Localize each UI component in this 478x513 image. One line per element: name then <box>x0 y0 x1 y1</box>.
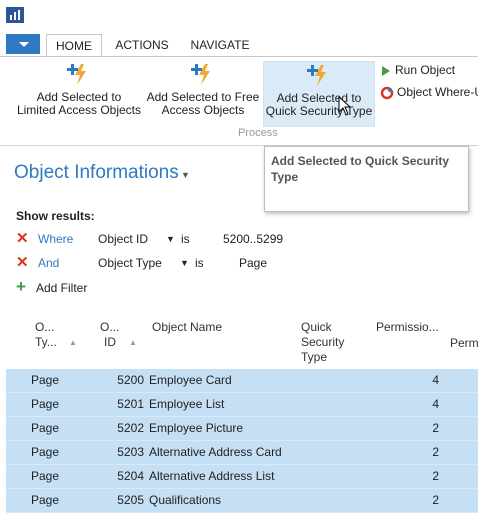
run-object-button[interactable]: Run Object <box>382 63 455 77</box>
header-line: O... <box>35 320 55 334</box>
cell-object-id: 5205 <box>117 493 144 507</box>
application-menu-button[interactable] <box>6 34 40 54</box>
cell-object-type: Page <box>31 373 60 387</box>
chevron-down-icon[interactable]: ▼ <box>166 230 175 248</box>
table-row[interactable]: Page 5200 Employee Card 4 <box>6 369 478 393</box>
remove-filter-icon[interactable]: ✕ <box>16 230 29 248</box>
remove-filter-icon[interactable]: ✕ <box>16 254 29 272</box>
app-logo-icon <box>6 7 24 23</box>
chevron-down-icon[interactable]: ▼ <box>180 254 189 272</box>
filter-operator: is <box>195 256 204 270</box>
run-icon <box>382 65 390 76</box>
cell-permissions: 4 <box>432 397 439 411</box>
column-header-object-type[interactable]: O... Ty... <box>35 320 57 350</box>
filter-row: ✕ Where Object ID ▼ is 5200..5299 <box>16 230 478 248</box>
cell-permissions: 2 <box>432 493 439 507</box>
header-line: O... <box>100 320 120 334</box>
filter-value[interactable]: 5200..5299 <box>223 230 283 248</box>
add-selected-icon <box>191 64 210 85</box>
header-line: Type <box>301 350 328 364</box>
column-header-permissions[interactable]: Permissio... <box>376 320 439 335</box>
cell-object-name: Alternative Address Card <box>149 445 282 459</box>
title-bar <box>0 0 478 30</box>
cell-object-name: Employee Card <box>149 373 232 387</box>
show-results-label: Show results: <box>16 209 95 223</box>
mouse-cursor-icon <box>338 96 352 116</box>
cell-object-type: Page <box>31 469 60 483</box>
column-header-quick-security-type[interactable]: Quick Security Type <box>301 320 344 365</box>
cell-object-name: Employee Picture <box>149 421 244 435</box>
cell-object-type: Page <box>31 493 60 507</box>
filter-row: ✕ And Object Type ▼ is Page <box>16 254 478 272</box>
button-label-line2: Access Objects <box>161 103 245 117</box>
add-to-limited-access-button[interactable]: Add Selected to Limited Access Objects <box>14 61 144 125</box>
sort-ascending-icon: ▲ <box>69 338 77 347</box>
tooltip-text: Add Selected to Quick Security Type <box>271 154 450 184</box>
ribbon-group-label: Process <box>238 127 278 139</box>
button-label-line2: Quick Security Type <box>265 104 373 118</box>
object-where-used-label: Object Where-U <box>397 85 478 99</box>
cell-object-name: Qualifications <box>149 493 222 507</box>
filter-value[interactable]: Page <box>239 254 267 272</box>
cell-object-id: 5204 <box>117 469 144 483</box>
filter-field[interactable]: Object Type <box>98 254 162 272</box>
cell-object-name: Employee List <box>149 397 225 411</box>
table-row[interactable]: Page 5202 Employee Picture 2 <box>6 417 478 441</box>
tab-actions[interactable]: ACTIONS <box>110 34 174 56</box>
cell-object-id: 5201 <box>117 397 144 411</box>
cell-permissions: 2 <box>432 421 439 435</box>
add-to-quick-security-type-button[interactable]: Add Selected to Quick Security Type <box>263 61 375 127</box>
table-row[interactable]: Page 5201 Employee List 4 <box>6 393 478 417</box>
table-row[interactable]: Page 5203 Alternative Address Card 2 <box>6 441 478 465</box>
column-header-object-name[interactable]: Object Name <box>152 320 222 335</box>
cell-object-id: 5202 <box>117 421 144 435</box>
header-line: Ty... <box>35 335 57 349</box>
data-grid: Page 5200 Employee Card 4 Page 5201 Empl… <box>6 369 478 513</box>
add-filter-label: Add Filter <box>36 281 88 295</box>
cell-permissions: 2 <box>432 445 439 459</box>
cell-object-type: Page <box>31 445 60 459</box>
header-line: Quick <box>301 320 332 334</box>
where-used-icon <box>380 86 394 100</box>
add-selected-icon <box>67 64 86 85</box>
filter-operator: is <box>181 232 190 246</box>
add-selected-icon <box>307 65 326 86</box>
cell-permissions: 2 <box>432 469 439 483</box>
ribbon-panel: Add Selected to Limited Access Objects A… <box>0 56 478 146</box>
table-row[interactable]: Page 5205 Qualifications 2 <box>6 489 478 513</box>
tab-home[interactable]: HOME <box>46 34 102 57</box>
header-line: ID <box>104 335 116 349</box>
object-where-used-button[interactable]: Object Where-U <box>380 85 478 100</box>
filter-field[interactable]: Object ID <box>98 230 148 248</box>
page-title: Object Informations <box>14 162 179 183</box>
button-label-line2: Limited Access Objects <box>16 103 142 117</box>
plus-icon: + <box>16 277 26 296</box>
cell-permissions: 4 <box>432 373 439 387</box>
tab-navigate[interactable]: NAVIGATE <box>184 34 256 56</box>
cell-object-type: Page <box>31 397 60 411</box>
column-header-object-id[interactable]: O... ID <box>100 320 119 350</box>
ribbon-tab-bar: HOME ACTIONS NAVIGATE <box>0 34 478 57</box>
cell-object-id: 5200 <box>117 373 144 387</box>
add-to-free-access-button[interactable]: Add Selected to Free Access Objects <box>144 61 262 125</box>
header-line: Security <box>301 335 345 349</box>
filter-keyword: And <box>38 256 60 270</box>
sort-ascending-icon: ▲ <box>129 338 137 347</box>
cell-object-type: Page <box>31 421 60 435</box>
column-header-permissions-cut[interactable]: Perm <box>450 336 478 351</box>
table-row[interactable]: Page 5204 Alternative Address List 2 <box>6 465 478 489</box>
cell-object-name: Alternative Address List <box>149 469 275 483</box>
tooltip: Add Selected to Quick Security Type <box>264 146 469 212</box>
cell-object-id: 5203 <box>117 445 144 459</box>
run-object-label: Run Object <box>395 63 456 77</box>
chevron-down-icon[interactable]: ▼ <box>181 170 190 180</box>
filter-keyword: Where <box>38 232 74 246</box>
